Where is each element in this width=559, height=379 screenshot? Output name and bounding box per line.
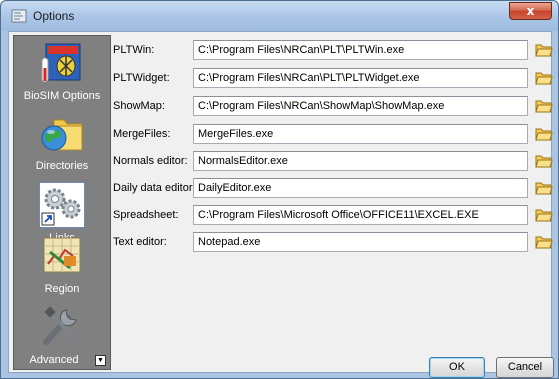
nav-item-advanced[interactable]: Advanced ▼	[16, 304, 108, 366]
mergefiles-path-field[interactable]: MergeFiles.exe	[193, 124, 528, 144]
chevron-down-icon[interactable]: ▼	[95, 355, 106, 366]
gears-shortcut-icon	[41, 188, 81, 226]
nav-label: BioSIM Options	[23, 90, 101, 102]
text-editor-path-field[interactable]: Notepad.exe	[193, 232, 528, 252]
browse-folder-icon[interactable]	[535, 42, 553, 58]
setting-row-pltwin: PLTWin: C:\Program Files\NRCan\PLT\PLTWi…	[113, 40, 553, 62]
nav-item-links[interactable]: Links	[16, 182, 108, 244]
field-label: PLTWidget:	[113, 72, 170, 84]
ok-button[interactable]: OK	[429, 357, 485, 378]
browse-folder-icon[interactable]	[535, 98, 553, 114]
setting-row-daily-data-editor: Daily data editor: DailyEditor.exe	[113, 178, 553, 200]
tools-icon	[43, 306, 78, 345]
options-app-icon	[11, 9, 27, 23]
setting-row-normals-editor: Normals editor: NormalsEditor.exe	[113, 151, 553, 173]
field-label: MergeFiles:	[113, 128, 171, 140]
showmap-path-field[interactable]: C:\Program Files\NRCan\ShowMap\ShowMap.e…	[193, 96, 528, 116]
map-icon	[43, 237, 81, 273]
setting-row-mergefiles: MergeFiles: MergeFiles.exe	[113, 124, 553, 146]
browse-folder-icon[interactable]	[535, 180, 553, 196]
browse-folder-icon[interactable]	[535, 153, 553, 169]
globe-folder-icon	[41, 119, 83, 151]
setting-row-showmap: ShowMap: C:\Program Files\NRCan\ShowMap\…	[113, 96, 553, 118]
setting-row-pltwidget: PLTWidget: C:\Program Files\NRCan\PLT\PL…	[113, 68, 553, 90]
daily-editor-path-field[interactable]: DailyEditor.exe	[193, 178, 528, 198]
browse-folder-icon[interactable]	[535, 207, 553, 223]
title-bar[interactable]: Options x	[1, 1, 558, 31]
field-label: Spreadsheet:	[113, 209, 179, 221]
window-title: Options	[33, 9, 75, 23]
field-label: ShowMap:	[113, 100, 165, 112]
browse-folder-icon[interactable]	[535, 126, 553, 142]
pltwidget-path-field[interactable]: C:\Program Files\NRCan\PLT\PLTWidget.exe	[193, 68, 528, 88]
nav-item-region[interactable]: Region	[16, 234, 108, 296]
close-button[interactable]: x	[509, 2, 552, 20]
nav-item-directories[interactable]: Directories	[16, 112, 108, 174]
normals-editor-path-field[interactable]: NormalsEditor.exe	[193, 151, 528, 171]
pltwin-path-field[interactable]: C:\Program Files\NRCan\PLT\PLTWin.exe	[193, 40, 528, 60]
field-label: Normals editor:	[113, 155, 188, 167]
setting-row-spreadsheet: Spreadsheet: C:\Program Files\Microsoft …	[113, 205, 553, 227]
field-label: PLTWin:	[113, 44, 155, 56]
biosim-icon	[41, 43, 81, 83]
browse-folder-icon[interactable]	[535, 70, 553, 86]
category-nav: BioSIM Options Directories Region Advanc…	[13, 35, 111, 370]
spreadsheet-path-field[interactable]: C:\Program Files\Microsoft Office\OFFICE…	[193, 205, 528, 225]
dialog-body: BioSIM Options Directories Region Advanc…	[8, 31, 554, 378]
nav-label: Region	[44, 283, 80, 295]
nav-item-biosim-options[interactable]: BioSIM Options	[16, 42, 108, 104]
field-label: Daily data editor:	[113, 182, 196, 194]
field-label: Text editor:	[113, 236, 167, 248]
nav-label: Directories	[35, 160, 89, 172]
nav-label: Advanced	[29, 354, 79, 366]
setting-row-text-editor: Text editor: Notepad.exe	[113, 232, 553, 254]
options-window: Options x BioSIM Options Directories Reg…	[0, 0, 559, 379]
cancel-button[interactable]: Cancel	[496, 357, 554, 378]
browse-folder-icon[interactable]	[535, 234, 553, 250]
